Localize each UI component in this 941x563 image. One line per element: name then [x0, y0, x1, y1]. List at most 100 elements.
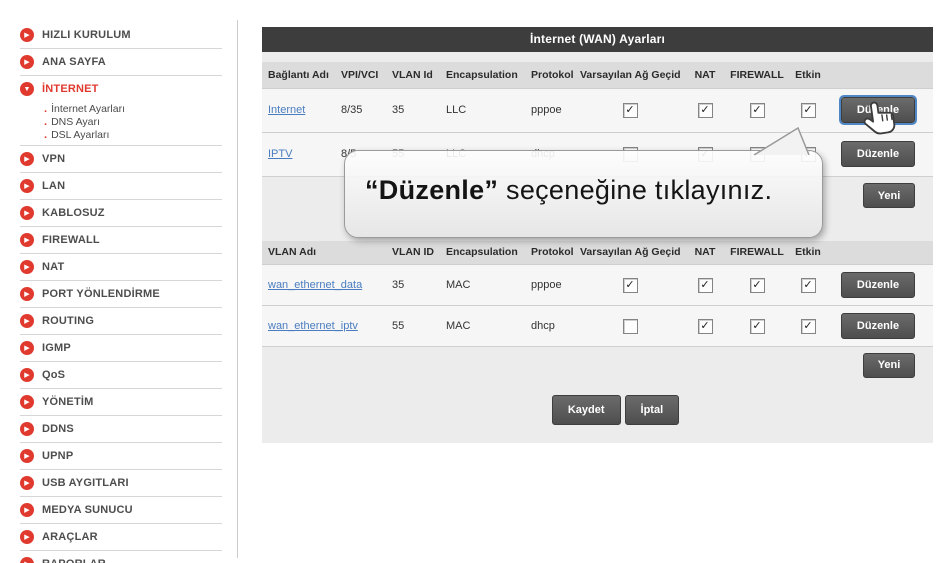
- guide-tooltip: “Düzenle” seçeneğine tıklayınız.: [344, 150, 823, 238]
- column-header-protokol: Protokol: [531, 246, 574, 259]
- cell-nat: ✓: [680, 88, 730, 132]
- column-header-firewall: FIREWALL: [730, 68, 784, 81]
- sidebar-subitem-dsl-ayarlari[interactable]: . DSL Ayarları: [20, 128, 222, 141]
- sidebar-item-port-yonlendi-rme[interactable]: ▶ PORT YÖNLENDİRME: [20, 281, 222, 308]
- sidebar-item-medya-sunucu[interactable]: ▶ MEDYA SUNUCU: [20, 497, 222, 524]
- page-title: İnternet (WAN) Ayarları: [262, 27, 933, 52]
- sidebar-item-vpn[interactable]: ▶ VPN: [20, 146, 222, 173]
- chevron-right-icon: ▶: [20, 314, 34, 328]
- sidebar-item-yoneti-m[interactable]: ▶ YÖNETİM: [20, 389, 222, 416]
- form-actions: Kaydet İptal: [280, 395, 941, 425]
- column-header-vlan-id: VLAN ID: [392, 246, 434, 259]
- vlan-table: VLAN Adı VLAN ID Encapsulation Protokol Vars…: [262, 240, 933, 348]
- connection-link[interactable]: IPTV: [268, 148, 292, 160]
- sidebar-item-ddns[interactable]: ▶ DDNS: [20, 416, 222, 443]
- sidebar-item-label: NAT: [42, 261, 65, 273]
- cell-encapsulation: MAC: [446, 320, 471, 332]
- tooltip-text: “Düzenle” seçeneğine tıklayınız.: [345, 151, 822, 206]
- sidebar-item-label: KABLOSUZ: [42, 207, 105, 219]
- cell-vlan_id: 55: [392, 320, 405, 332]
- sidebar: ▶ HIZLI KURULUM ▶ ANA SAYFA ▼ İNTERNET. İntern…: [20, 22, 222, 563]
- connection-link[interactable]: wan_ethernet_data: [268, 279, 362, 291]
- sidebar-item-label: MEDYA SUNUCU: [42, 504, 133, 516]
- etkin-checkbox[interactable]: ✓: [800, 318, 816, 334]
- sidebar-item-nat[interactable]: ▶ NAT: [20, 254, 222, 281]
- sidebar-item-kablosuz[interactable]: ▶ KABLOSUZ: [20, 200, 222, 227]
- sidebar-item-label: IGMP: [42, 342, 71, 354]
- cell-etkin: ✓: [784, 265, 832, 306]
- connection-link[interactable]: Internet: [268, 104, 305, 116]
- new-button[interactable]: Yeni: [863, 183, 915, 208]
- sidebar-item-label: ROUTING: [42, 315, 95, 327]
- column-header-vlan-adi: VLAN Adı: [268, 246, 317, 259]
- sidebar-item-ana-sayfa[interactable]: ▶ ANA SAYFA: [20, 49, 222, 76]
- sidebar-item-usb-aygitlari[interactable]: ▶ USB AYGITLARI: [20, 470, 222, 497]
- sidebar-group-i-nternet: ▼ İNTERNET. İnternet Ayarları. DNS Ayarı. DS…: [20, 76, 222, 146]
- sidebar-item-araclar[interactable]: ▶ ARAÇLAR: [20, 524, 222, 551]
- sidebar-item-i-nternet[interactable]: ▼ İNTERNET: [20, 76, 222, 102]
- firewall-checkbox[interactable]: ✓: [749, 102, 765, 118]
- bullet-icon: .: [44, 115, 48, 128]
- sidebar-divider: [237, 20, 238, 558]
- chevron-right-icon: ▶: [20, 449, 34, 463]
- connection-link[interactable]: wan_ethernet_iptv: [268, 320, 358, 332]
- column-header-varsayilan-ag-gecidi: Varsayılan Ağ Geçidi: [580, 68, 680, 81]
- sidebar-subitem-i-nternet-ayarlari[interactable]: . İnternet Ayarları: [20, 102, 222, 115]
- cell-firewall: ✓: [730, 265, 784, 306]
- bullet-icon: .: [44, 128, 48, 141]
- cell-actions: Düzenle: [832, 265, 933, 306]
- chevron-right-icon: ▶: [20, 503, 34, 517]
- save-button[interactable]: Kaydet: [551, 395, 621, 425]
- column-header-vlan-id: VLAN Id: [392, 68, 433, 81]
- sidebar-item-routing[interactable]: ▶ ROUTING: [20, 308, 222, 335]
- chevron-right-icon: ▶: [20, 530, 34, 544]
- column-header-nat: NAT: [694, 68, 716, 81]
- sidebar-item-hizli-kurulum[interactable]: ▶ HIZLI KURULUM: [20, 22, 222, 49]
- sidebar-item-raporlar[interactable]: ▶ RAPORLAR: [20, 551, 222, 563]
- gateway-checkbox[interactable]: ✓: [622, 318, 638, 334]
- router-admin-page: ▶ HIZLI KURULUM ▶ ANA SAYFA ▼ İNTERNET. İntern…: [0, 0, 941, 563]
- edit-button[interactable]: Düzenle: [841, 272, 915, 298]
- etkin-checkbox[interactable]: ✓: [800, 102, 816, 118]
- vlan-new-row: Yeni: [262, 347, 933, 383]
- sidebar-item-label: PORT YÖNLENDİRME: [42, 288, 160, 300]
- new-button[interactable]: Yeni: [863, 352, 915, 378]
- sidebar-item-igmp[interactable]: ▶ IGMP: [20, 335, 222, 362]
- cell-gateway: ✓: [580, 265, 680, 306]
- cell-actions: Düzenle: [832, 132, 933, 176]
- sidebar-item-label: RAPORLAR: [42, 558, 106, 563]
- sidebar-subitem-dns-ayari[interactable]: . DNS Ayarı: [20, 115, 222, 128]
- sidebar-item-lan[interactable]: ▶ LAN: [20, 173, 222, 200]
- chevron-right-icon: ▶: [20, 55, 34, 69]
- nat-checkbox[interactable]: ✓: [697, 102, 713, 118]
- column-header-firewall: FIREWALL: [730, 246, 784, 259]
- gateway-checkbox[interactable]: ✓: [622, 277, 638, 293]
- table-row: Internet 8/35 35 LLC pppoe ✓ ✓ ✓ ✓ Düzenle: [262, 88, 933, 132]
- gateway-checkbox[interactable]: ✓: [622, 102, 638, 118]
- column-header-varsayilan-ag-gecidi: Varsayılan Ağ Geçidi: [580, 246, 680, 259]
- sidebar-item-qos[interactable]: ▶ QoS: [20, 362, 222, 389]
- sidebar-subitem-label: DSL Ayarları: [51, 128, 110, 141]
- edit-button[interactable]: Düzenle: [841, 313, 915, 339]
- chevron-right-icon: ▶: [20, 368, 34, 382]
- cell-nat: ✓: [680, 306, 730, 347]
- sidebar-subitem-label: DNS Ayarı: [51, 115, 100, 128]
- nat-checkbox[interactable]: ✓: [697, 277, 713, 293]
- cancel-button[interactable]: İptal: [624, 395, 680, 425]
- sidebar-item-firewall[interactable]: ▶ FIREWALL: [20, 227, 222, 254]
- etkin-checkbox[interactable]: ✓: [800, 277, 816, 293]
- chevron-right-icon: ▶: [20, 476, 34, 490]
- sidebar-item-label: HIZLI KURULUM: [42, 29, 131, 41]
- sidebar-item-label: FIREWALL: [42, 234, 100, 246]
- firewall-checkbox[interactable]: ✓: [749, 318, 765, 334]
- edit-button[interactable]: Düzenle: [841, 141, 915, 167]
- cell-name: wan_ethernet_data: [262, 265, 386, 306]
- firewall-checkbox[interactable]: ✓: [749, 277, 765, 293]
- edit-button[interactable]: Düzenle: [839, 95, 917, 125]
- bullet-icon: .: [44, 102, 48, 115]
- nat-checkbox[interactable]: ✓: [697, 318, 713, 334]
- cell-actions: Düzenle: [832, 88, 933, 132]
- sidebar-subitem-label: İnternet Ayarları: [51, 102, 125, 115]
- cell-etkin: ✓: [784, 306, 832, 347]
- sidebar-item-upnp[interactable]: ▶ UPNP: [20, 443, 222, 470]
